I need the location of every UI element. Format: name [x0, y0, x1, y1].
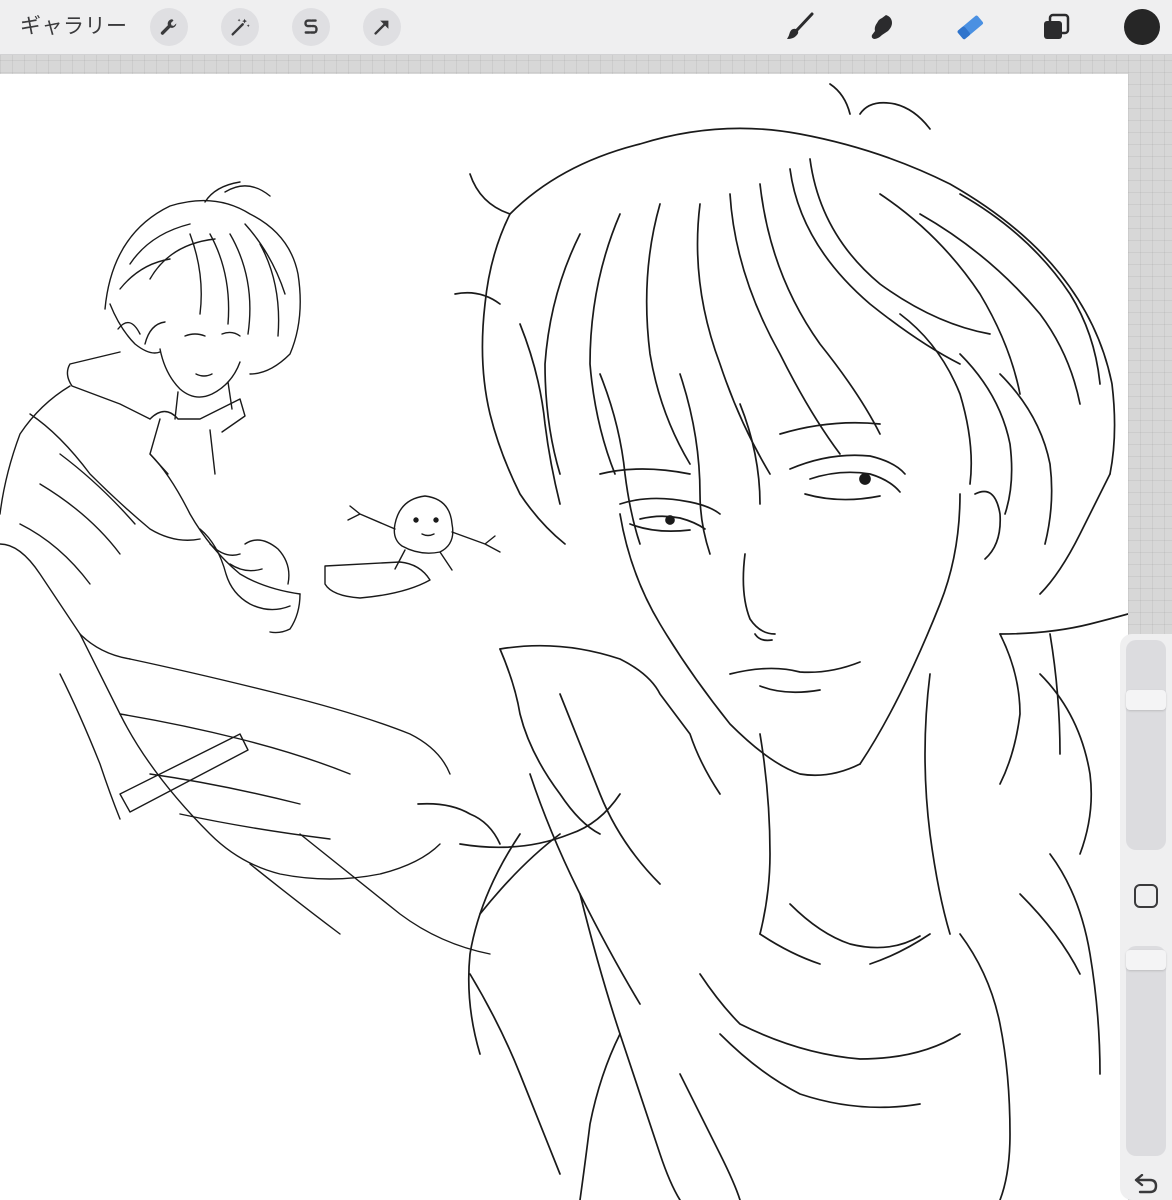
right-figure-sketch	[417, 83, 1128, 1200]
modify-button[interactable]	[1134, 884, 1158, 908]
artwork-line-drawing	[0, 83, 1128, 1200]
brush-icon	[787, 12, 814, 39]
transform-button[interactable]	[363, 8, 401, 46]
undo-button[interactable]	[1132, 1173, 1160, 1196]
smudge-tool-button[interactable]	[864, 9, 900, 45]
erase-tool-button[interactable]	[952, 9, 988, 45]
arrow-cursor-icon	[374, 20, 389, 35]
drawing-canvas[interactable]	[0, 74, 1128, 1200]
gallery-button[interactable]: ギャラリー	[20, 11, 128, 41]
side-slider-panel	[1120, 634, 1172, 1200]
opacity-slider[interactable]	[1126, 946, 1166, 1156]
left-figure-sketch	[0, 181, 501, 955]
opacity-thumb[interactable]	[1126, 950, 1166, 970]
smudge-icon	[871, 15, 892, 39]
layers-button[interactable]	[1038, 9, 1074, 45]
paint-tool-button[interactable]	[782, 9, 818, 45]
selection-button[interactable]	[292, 8, 330, 46]
selection-s-icon	[304, 19, 318, 34]
adjustments-button[interactable]	[221, 8, 259, 46]
wrench-icon	[160, 19, 177, 35]
actions-button[interactable]	[150, 8, 188, 46]
brush-size-slider[interactable]	[1126, 640, 1166, 850]
top-toolbar: ギャラリー	[0, 0, 1172, 55]
brush-size-thumb[interactable]	[1126, 689, 1166, 710]
magic-wand-icon	[231, 18, 250, 36]
layers-icon	[1044, 13, 1070, 39]
procreate-app: ギャラリー	[0, 0, 1172, 1200]
color-swatch[interactable]	[1124, 9, 1160, 45]
eraser-icon	[957, 15, 983, 40]
undo-arrow-icon	[1134, 1173, 1158, 1194]
